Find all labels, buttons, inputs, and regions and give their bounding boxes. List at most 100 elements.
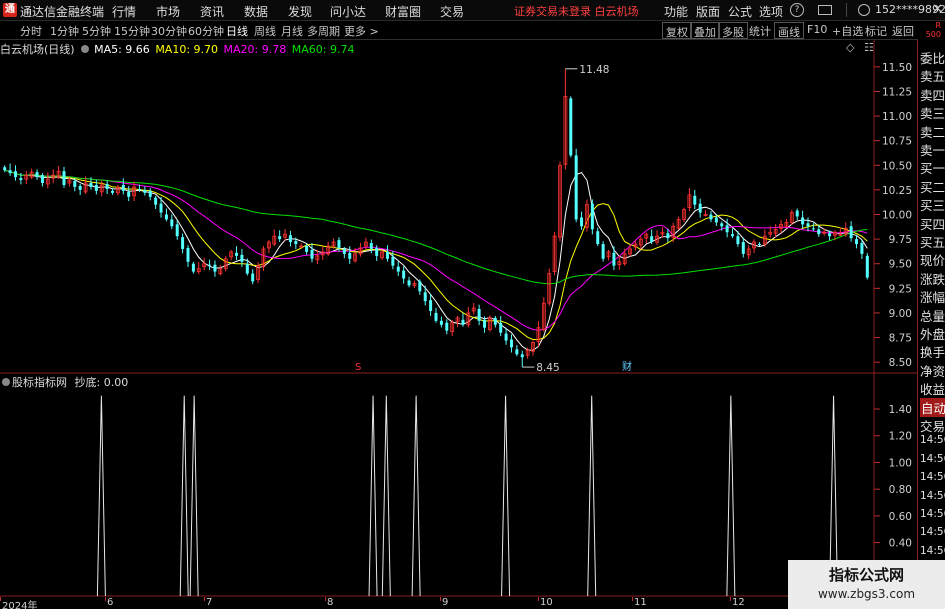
- high-marker-label: 11.48: [579, 64, 609, 76]
- candle-body: [310, 249, 314, 259]
- side-panel-item[interactable]: 买二: [920, 177, 945, 196]
- side-panel-item[interactable]: 14:56: [920, 526, 945, 538]
- chart-title[interactable]: 白云机场(日线): [0, 43, 75, 56]
- candle-body: [375, 247, 379, 256]
- price-tick-label: 10.25: [882, 185, 912, 197]
- candle-body: [493, 317, 497, 325]
- candle-body: [418, 281, 422, 292]
- candle-body: [504, 333, 508, 341]
- candle-body: [137, 188, 141, 190]
- candle-body: [181, 237, 185, 249]
- side-panel-item[interactable]: 涨跌: [920, 269, 945, 288]
- candle-body: [369, 243, 373, 249]
- side-panel-item[interactable]: 涨幅: [920, 287, 945, 306]
- side-panel-item[interactable]: 卖三: [920, 103, 945, 122]
- candle-body: [396, 266, 400, 272]
- ma20-label: MA20: 9.78: [223, 43, 287, 56]
- signal-spike: [368, 395, 378, 597]
- side-panel-item[interactable]: 自动: [920, 397, 945, 417]
- event-marker: S: [355, 362, 361, 373]
- time-axis-label: 9: [442, 597, 449, 608]
- candle-body: [288, 235, 292, 243]
- price-tick-label: 10.00: [882, 210, 912, 222]
- indicator-tick-label: 1.20: [889, 431, 912, 443]
- side-panel-item[interactable]: 卖四: [920, 85, 945, 104]
- side-panel-item[interactable]: 买一: [920, 158, 945, 177]
- watermark-title: 指标公式网: [828, 566, 904, 584]
- price-tick-label: 9.00: [889, 308, 912, 320]
- candle-body: [483, 319, 487, 328]
- site-watermark: 指标公式网 www.zbgs3.com: [788, 560, 945, 609]
- candle-body: [596, 231, 600, 245]
- indicator-tick-label: 0.40: [889, 538, 912, 550]
- candle-body: [650, 236, 654, 243]
- time-axis-label: 11: [634, 597, 647, 608]
- price-tick-label: 11.50: [882, 62, 912, 74]
- candle-body: [757, 244, 761, 246]
- candle-body: [94, 184, 98, 191]
- indicator-legend: 股标指标网 抄底: 0.00: [0, 374, 128, 389]
- candle-body: [423, 292, 427, 302]
- chart-settings-icon[interactable]: ☷: [864, 41, 874, 54]
- side-panel-item[interactable]: 收益: [920, 379, 945, 398]
- time-tick: [730, 597, 731, 601]
- kline-chart[interactable]: 11.50 11.25 11.00 10.75 10.50 10.25 10.00 9.75 9…: [0, 0, 945, 609]
- candle-body: [186, 247, 190, 262]
- side-panel-item[interactable]: 14:56: [920, 453, 945, 465]
- price-tick-label: 8.50: [889, 357, 912, 369]
- candle-body: [693, 195, 697, 205]
- time-axis-label: 6: [107, 597, 114, 608]
- candle-body: [385, 251, 389, 259]
- side-panel-item[interactable]: 委比: [920, 48, 945, 67]
- time-tick: [105, 597, 106, 601]
- time-axis-label: 7: [206, 597, 213, 608]
- side-panel-item[interactable]: 总量: [920, 306, 945, 325]
- price-tick-label: 9.75: [889, 234, 912, 246]
- side-panel-item[interactable]: 现价: [920, 250, 945, 269]
- side-panel-item[interactable]: 换手: [920, 342, 945, 361]
- price-tick-label: 10.50: [882, 160, 912, 172]
- side-panel-item[interactable]: 买五: [920, 232, 945, 251]
- candle-body: [714, 217, 718, 223]
- side-panel-item[interactable]: 14:56: [920, 545, 945, 557]
- candle-body: [337, 240, 341, 248]
- candle-body: [73, 181, 77, 187]
- side-panel-item[interactable]: 14:56: [920, 490, 945, 502]
- candle-body: [294, 241, 298, 245]
- price-tick-label: 8.75: [889, 333, 912, 345]
- candle-body: [402, 270, 406, 279]
- side-panel-item[interactable]: 买三: [920, 195, 945, 214]
- time-tick: [440, 597, 441, 601]
- signal-spike: [411, 395, 421, 597]
- side-panel-item[interactable]: 14:56: [920, 471, 945, 483]
- candle-body: [240, 254, 244, 262]
- indicator-title[interactable]: 股标指标网: [12, 376, 67, 389]
- candle-body: [612, 252, 616, 266]
- candle-body: [725, 225, 729, 233]
- candle-body: [736, 236, 740, 245]
- side-panel-item[interactable]: 14:56: [920, 508, 945, 520]
- candle-body: [855, 239, 859, 245]
- side-panel-item[interactable]: 净资: [920, 361, 945, 380]
- indicator-toggle-icon[interactable]: [2, 378, 10, 386]
- indicator-tick-label: 0.60: [889, 511, 912, 523]
- side-panel-item[interactable]: 交易: [920, 416, 945, 435]
- chart-expand-icon[interactable]: ◇: [846, 41, 854, 54]
- side-panel-item[interactable]: 外盘: [920, 324, 945, 343]
- side-panel-item[interactable]: 卖五: [920, 66, 945, 85]
- side-panel-item[interactable]: 卖二: [920, 122, 945, 141]
- time-axis-label: 10: [540, 597, 553, 608]
- price-axis: 11.50 11.25 11.00 10.75 10.50 10.25 10.00 9.75 9…: [874, 62, 912, 369]
- candle-body: [105, 183, 109, 189]
- candle-body: [13, 171, 17, 178]
- candle-body: [89, 183, 93, 187]
- indicator-toggle-icon[interactable]: [80, 45, 89, 53]
- side-panel-item[interactable]: 卖一: [920, 140, 945, 159]
- candle-body: [35, 172, 39, 178]
- candle-body: [305, 246, 309, 252]
- side-panel-item[interactable]: 买四: [920, 214, 945, 233]
- indicator-spikes: [96, 395, 839, 597]
- candle-body: [19, 178, 23, 181]
- candle-body: [817, 229, 821, 235]
- side-panel-item[interactable]: 14:56: [920, 434, 945, 446]
